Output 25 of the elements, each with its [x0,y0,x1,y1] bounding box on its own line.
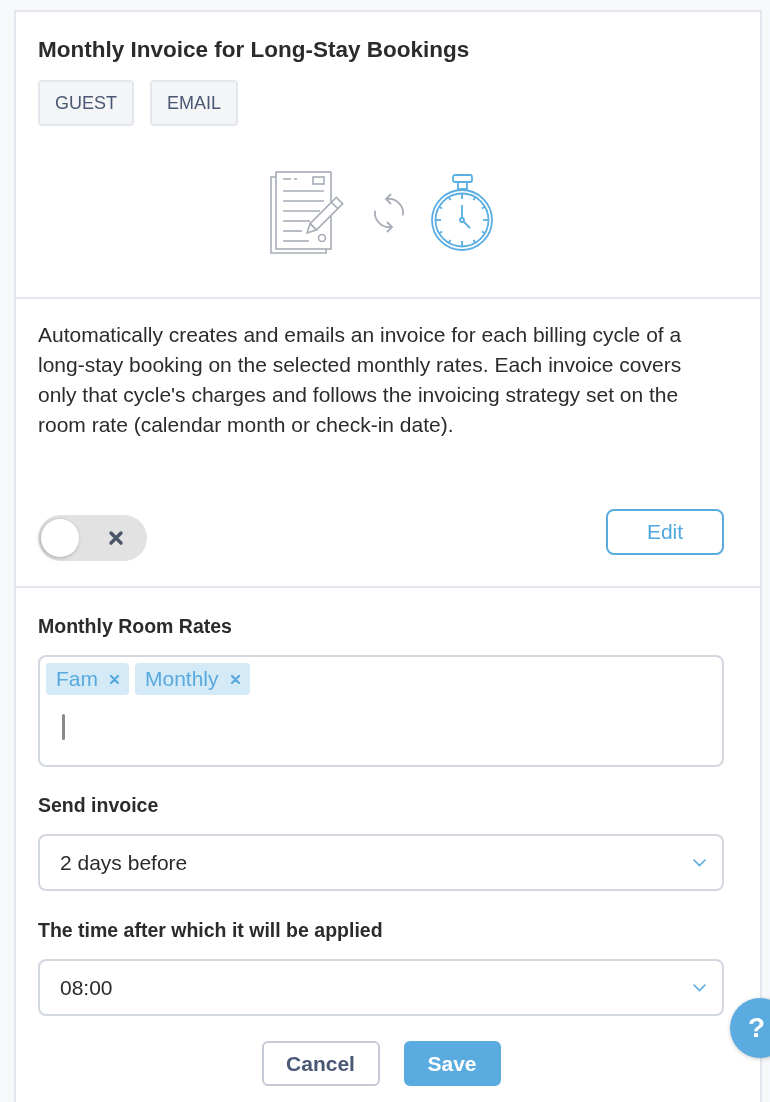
description-text: Automatically creates and emails an invoice for each billing cycle of a long-stay booking on the selected monthly rates. Each invoice covers only that cycle's charges and follows the invoicing strategy set on the room rate (calendar month or check-in date). [38,322,683,438]
card-title: Monthly Invoice for Long-Stay Bookings [38,36,471,64]
category-tag: GUEST [38,80,134,126]
rates-field[interactable]: Fam Monthly [38,655,724,767]
document-pencil-icon [269,170,347,255]
edit-button[interactable]: Edit [606,509,724,555]
cross-icon [108,530,124,546]
field-label: The time after which it will be applied [38,918,384,943]
field-label: Send invoice [38,793,160,818]
chevron-down-icon [693,858,706,867]
close-icon[interactable] [110,674,119,684]
dropdown-select[interactable]: 08:00 [38,959,724,1016]
save-button[interactable]: Save [403,1041,501,1086]
dropdown-select[interactable]: 2 days before [38,834,724,891]
chevron-down-icon [693,983,706,992]
close-icon[interactable] [230,674,240,684]
enable-toggle[interactable] [38,515,147,561]
sync-icon [373,191,405,234]
rate-chip[interactable]: Fam [46,663,129,695]
field-label: Monthly Room Rates [38,614,233,639]
rate-chip[interactable]: Monthly [135,663,250,695]
category-tag: EMAIL [150,80,239,126]
stopwatch-icon [431,174,493,251]
cancel-button[interactable]: Cancel [261,1041,380,1086]
text-cursor-icon [62,714,65,740]
